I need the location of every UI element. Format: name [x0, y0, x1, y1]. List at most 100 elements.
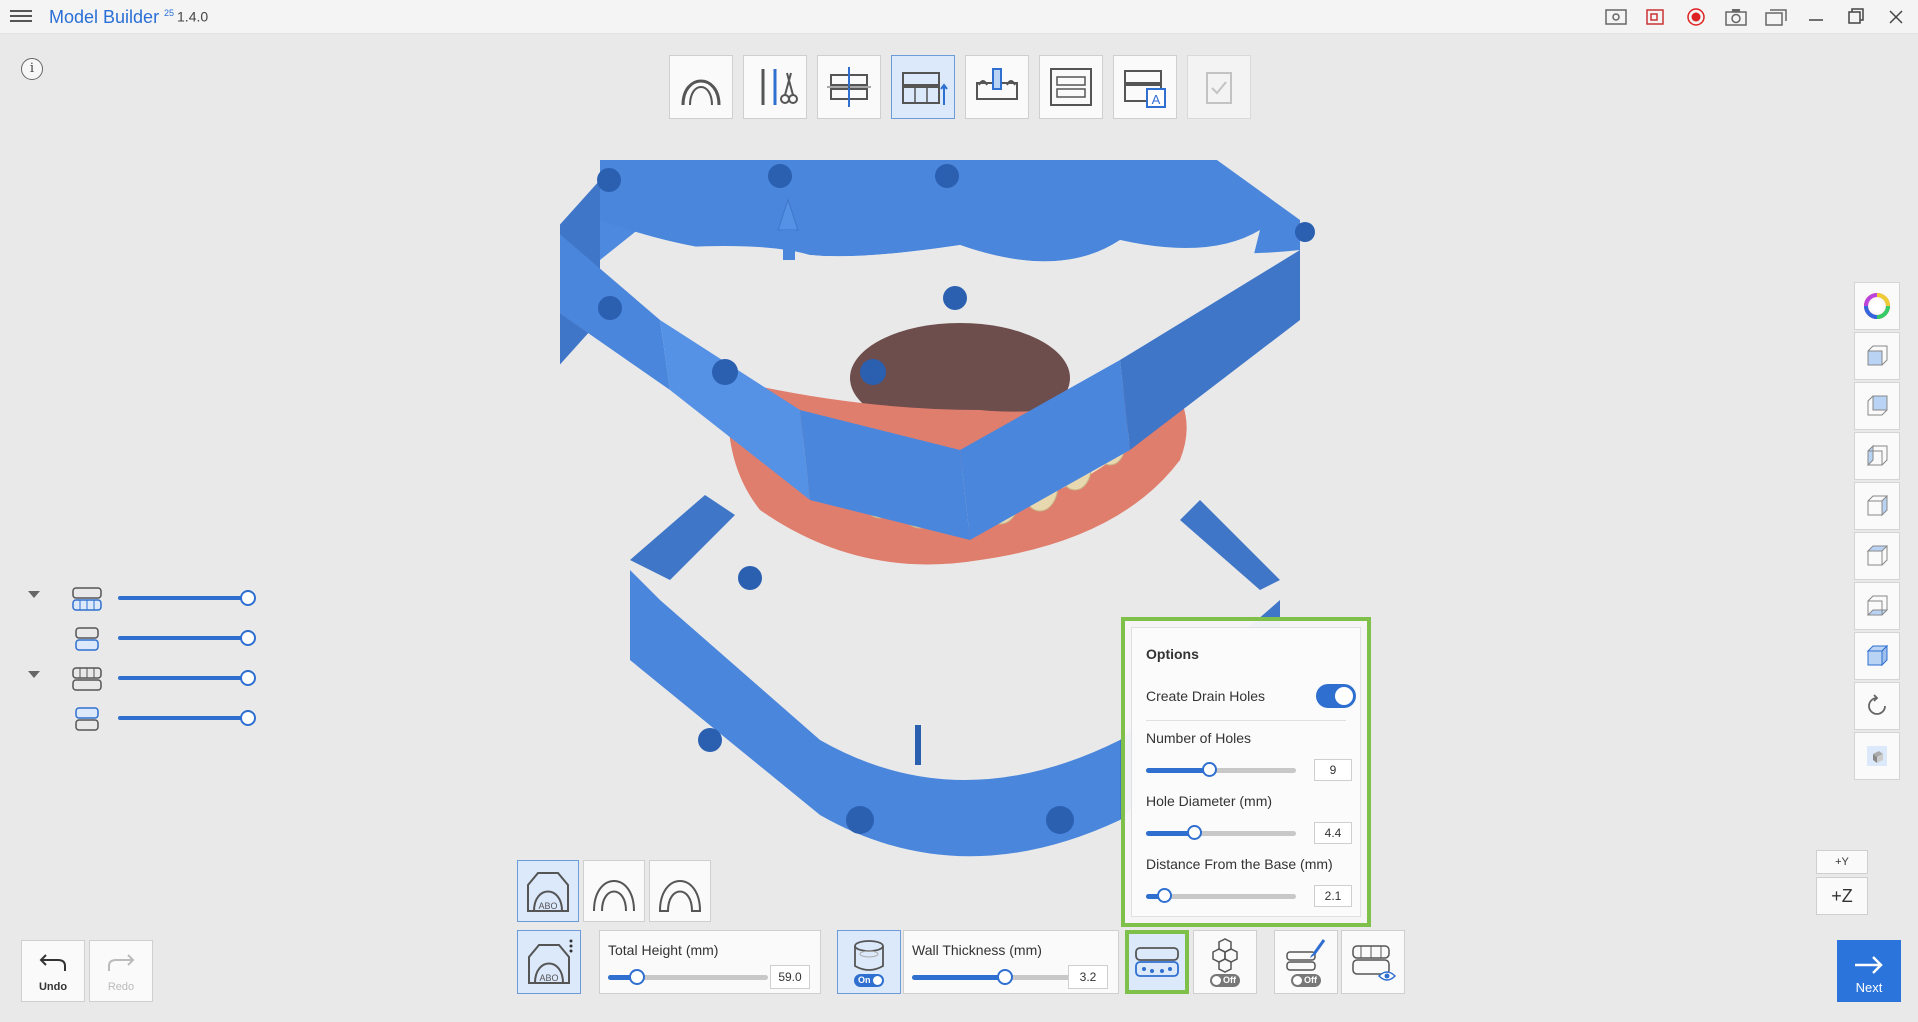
- honeycomb-tool-button[interactable]: Off: [1193, 930, 1257, 994]
- articulator-step[interactable]: [1039, 55, 1103, 119]
- hole-diameter-slider[interactable]: [1146, 825, 1296, 840]
- slider-knob[interactable]: [1202, 762, 1217, 777]
- undo-label: Undo: [38, 981, 68, 993]
- create-drain-holes-label: Create Drain Holes: [1146, 688, 1266, 704]
- preview-tool-button[interactable]: [1341, 930, 1405, 994]
- close-icon[interactable]: [1884, 5, 1908, 29]
- lower-base-front-left: [630, 570, 820, 815]
- hollow-toggle-button[interactable]: On: [837, 930, 901, 994]
- opacity-slider[interactable]: [118, 710, 256, 726]
- next-button[interactable]: Next: [1837, 940, 1901, 1002]
- label-step[interactable]: A: [1113, 55, 1177, 119]
- upper-base-icon[interactable]: [70, 624, 104, 654]
- distance-from-base-value[interactable]: 2.1: [1314, 885, 1352, 907]
- opacity-slider[interactable]: [118, 670, 256, 686]
- next-label: Next: [1855, 980, 1883, 995]
- visibility-row-upper-base: [22, 618, 256, 658]
- opacity-slider[interactable]: [118, 630, 256, 646]
- lower-base-left-wall: [630, 495, 735, 580]
- minimize-icon[interactable]: [1804, 5, 1828, 29]
- slider-knob[interactable]: [240, 590, 256, 606]
- wall-thickness-slider[interactable]: [912, 969, 1072, 985]
- lower-model-icon[interactable]: [70, 664, 104, 694]
- honeycomb-state-badge: Off: [1210, 974, 1240, 987]
- gallery-icon[interactable]: [1764, 5, 1788, 29]
- slider-knob[interactable]: [628, 969, 645, 985]
- right-view-icon[interactable]: [1854, 482, 1900, 530]
- hole-diameter-value[interactable]: 4.4: [1314, 822, 1352, 844]
- top-view-icon[interactable]: [1854, 532, 1900, 580]
- arch-icon: [681, 79, 721, 106]
- opacity-slider[interactable]: [118, 590, 256, 606]
- base-settings-button[interactable]: ABO: [517, 930, 581, 994]
- preview-eye-icon: [1352, 945, 1397, 981]
- lower-base-front: [820, 740, 1120, 857]
- axis-z-button[interactable]: +Z: [1816, 877, 1868, 915]
- scan-arch-step[interactable]: [669, 55, 733, 119]
- rotate-icon[interactable]: [1854, 682, 1900, 730]
- left-view-icon[interactable]: [1854, 432, 1900, 480]
- upper-base-right-arm: [1120, 250, 1300, 450]
- slider-knob[interactable]: [240, 630, 256, 646]
- hamburger-menu-icon[interactable]: [10, 7, 32, 27]
- abo-base-type-button[interactable]: ABO: [517, 860, 579, 922]
- die-step[interactable]: [965, 55, 1029, 119]
- total-height-value[interactable]: 59.0: [770, 965, 810, 989]
- lower-base-right-wall: [1180, 500, 1280, 590]
- abo-base-settings-icon: ABO: [528, 939, 573, 984]
- horseshoe-base-type-button[interactable]: [649, 860, 711, 922]
- base-type-selector: ABO: [517, 860, 711, 922]
- wall-thickness-control: Wall Thickness (mm) 3.2: [903, 930, 1119, 994]
- distance-from-base-slider[interactable]: [1146, 888, 1296, 903]
- bottom-view-icon[interactable]: [1854, 582, 1900, 630]
- collapse-caret-icon[interactable]: [28, 671, 40, 678]
- number-of-holes-value[interactable]: 9: [1314, 759, 1352, 781]
- finish-step[interactable]: [1187, 55, 1251, 119]
- round-base-type-button[interactable]: [583, 860, 645, 922]
- app-version: 25 1.4.0: [164, 8, 208, 25]
- collapse-caret-icon[interactable]: [28, 591, 40, 598]
- drain-holes-tool-button[interactable]: [1125, 930, 1189, 994]
- brush-tool-button[interactable]: Off: [1274, 930, 1338, 994]
- occlusion-plane-step[interactable]: [817, 55, 881, 119]
- color-wheel-icon[interactable]: [1854, 282, 1900, 330]
- workflow-step-toolbar: A: [669, 55, 1251, 119]
- lower-base-icon[interactable]: [70, 704, 104, 734]
- info-icon[interactable]: i: [21, 58, 43, 80]
- abo-base-icon: ABO: [527, 872, 569, 912]
- slider-knob[interactable]: [1157, 888, 1172, 903]
- hole-diameter-label: Hole Diameter (mm): [1146, 793, 1273, 809]
- record-icon[interactable]: [1684, 5, 1708, 29]
- slider-knob[interactable]: [240, 710, 256, 726]
- front-view-icon[interactable]: [1854, 332, 1900, 380]
- screen-capture-icon[interactable]: [1604, 5, 1628, 29]
- base-height-step[interactable]: [891, 55, 955, 119]
- back-view-icon[interactable]: [1854, 382, 1900, 430]
- slider-knob[interactable]: [996, 969, 1013, 985]
- redo-button[interactable]: Redo: [89, 940, 153, 1002]
- number-of-holes-slider[interactable]: [1146, 762, 1296, 777]
- trim-tools-step[interactable]: [743, 55, 807, 119]
- total-height-slider[interactable]: [608, 969, 768, 985]
- version-number: 1.4.0: [177, 8, 209, 25]
- drain-hole: [846, 806, 874, 834]
- checklist-icon: [1206, 72, 1232, 104]
- iso-view-icon[interactable]: [1854, 632, 1900, 680]
- create-drain-holes-toggle[interactable]: [1316, 684, 1356, 708]
- hollow-state-badge: On: [854, 974, 884, 987]
- drain-hole: [698, 728, 722, 752]
- axis-y-button[interactable]: +Y: [1816, 850, 1868, 874]
- slider-knob[interactable]: [240, 670, 256, 686]
- undo-button[interactable]: Undo: [21, 940, 85, 1002]
- camera-icon[interactable]: [1724, 5, 1748, 29]
- video-capture-icon[interactable]: [1644, 5, 1668, 29]
- redo-label: Redo: [107, 981, 135, 993]
- view-toolbar: [1854, 282, 1900, 780]
- upper-model-icon[interactable]: [70, 584, 104, 614]
- visibility-row-lower-group: [22, 658, 256, 698]
- version-superscript: 25: [164, 8, 175, 18]
- wall-thickness-value[interactable]: 3.2: [1068, 965, 1108, 989]
- restore-icon[interactable]: [1844, 5, 1868, 29]
- cube-view-icon[interactable]: [1854, 732, 1900, 780]
- slider-knob[interactable]: [1187, 825, 1202, 840]
